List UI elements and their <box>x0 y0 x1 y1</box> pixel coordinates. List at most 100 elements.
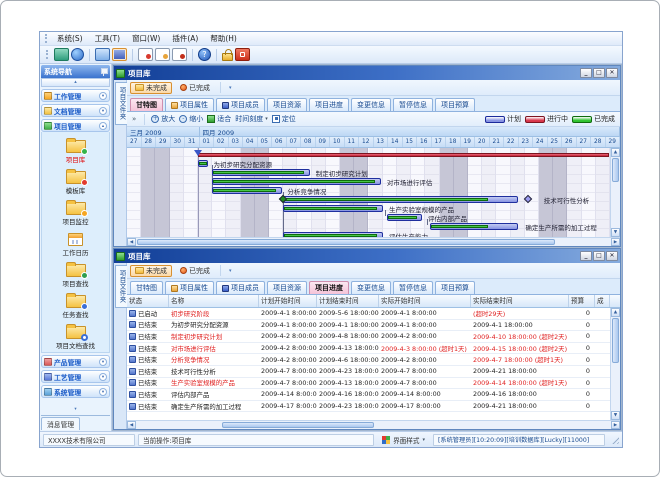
sidebar-item-项目库[interactable]: 项目库 <box>42 134 109 165</box>
table-tab-项目成员[interactable]: 项目成员 <box>216 281 265 294</box>
minimize-button[interactable] <box>580 251 592 261</box>
scroll-thumb[interactable] <box>222 422 374 428</box>
scroll-left-arrow[interactable] <box>127 238 136 246</box>
chevron-down-icon[interactable] <box>99 107 107 115</box>
sidebar-item-工作日历[interactable]: 工作日历 <box>42 227 109 258</box>
menu-item-3[interactable]: 插件(A) <box>166 32 204 45</box>
sidebar-group-header-craft[interactable]: 工艺管理 <box>41 370 110 383</box>
scroll-right-arrow[interactable] <box>611 238 620 246</box>
column-header-1[interactable]: 名称 <box>169 295 259 307</box>
table-row[interactable]: 已结束评估内部产品2009-4-14 8:00:002009-4-16 18:0… <box>127 389 610 401</box>
chevron-down-icon[interactable] <box>99 373 107 381</box>
resize-grip[interactable] <box>610 435 619 444</box>
scroll-left-arrow[interactable] <box>127 421 136 429</box>
column-header-6[interactable]: 预算 <box>569 295 595 307</box>
globe-icon[interactable] <box>71 48 84 61</box>
gantt-tab-项目成员[interactable]: 项目成员 <box>216 98 265 111</box>
sidebar-group-header-work[interactable]: 工作管理 <box>41 89 110 102</box>
menu-item-0[interactable]: 系统(S) <box>51 32 89 45</box>
table-row[interactable]: 已结束对市场进行评估2009-4-2 8:00:002009-4-13 18:0… <box>127 343 610 355</box>
close-button[interactable] <box>606 68 618 78</box>
table-row[interactable]: 已结束确定生产所需的加工过程2009-4-17 8:00:002009-4-23… <box>127 401 610 413</box>
chevron-down-icon[interactable] <box>226 268 235 274</box>
table-row[interactable]: 已结束制定初步研究计划2009-4-2 8:00:002009-4-8 18:0… <box>127 331 610 343</box>
gantt-vertical-scrollbar[interactable] <box>610 148 620 237</box>
menu-item-4[interactable]: 帮助(H) <box>204 32 243 45</box>
scroll-thumb[interactable] <box>612 318 619 363</box>
table-vertical-scrollbar[interactable] <box>610 308 620 420</box>
column-header-0[interactable]: 状态 <box>127 295 169 307</box>
message-management-tab[interactable]: 消息管理 <box>41 417 80 430</box>
tool-缩小[interactable]: 缩小 <box>179 114 203 124</box>
sidebar-item-模板库[interactable]: 模板库 <box>42 165 109 196</box>
report-edit-icon[interactable] <box>155 48 170 61</box>
table-tab-变更信息[interactable]: 变更信息 <box>351 281 391 294</box>
table-tab-甘特图[interactable]: 甘特图 <box>130 281 163 294</box>
table-tab-项目属性[interactable]: 项目属性 <box>165 281 214 294</box>
scroll-up-arrow[interactable] <box>611 148 620 157</box>
table-row[interactable]: 已结束为初步研究分配资源2009-4-1 8:00:002009-4-1 18:… <box>127 320 610 332</box>
gantt-tab-暂停信息[interactable]: 暂停信息 <box>393 98 433 111</box>
sidebar-item-项目监控[interactable]: 项目监控 <box>42 196 109 227</box>
chevron-down-icon[interactable] <box>99 388 107 396</box>
column-header-7[interactable]: 成 <box>595 295 610 307</box>
open-folder-icon[interactable] <box>95 48 110 61</box>
chevron-down-icon[interactable] <box>99 92 107 100</box>
gantt-tab-项目属性[interactable]: 项目属性 <box>165 98 214 111</box>
gantt-filter-已完成[interactable]: 已完成 <box>175 82 215 94</box>
menu-item-1[interactable]: 工具(T) <box>89 32 126 45</box>
table-tab-项目进度[interactable]: 项目进度 <box>309 281 349 294</box>
sidebar-group-header-system[interactable]: 系统管理 <box>41 385 110 398</box>
table-tab-暂停信息[interactable]: 暂停信息 <box>393 281 433 294</box>
sidebar-collapse-button[interactable] <box>41 78 110 87</box>
scroll-up-arrow[interactable] <box>611 308 620 317</box>
column-header-2[interactable]: 计划开始时间 <box>259 295 317 307</box>
gantt-window-titlebar[interactable]: 项目库 <box>114 66 620 80</box>
scroll-down-arrow[interactable] <box>611 228 620 237</box>
save-icon[interactable] <box>112 48 127 61</box>
gantt-tab-项目进度[interactable]: 项目进度 <box>309 98 349 111</box>
sidebar-item-任务查找[interactable]: 任务查找 <box>42 289 109 320</box>
toolbar-overflow-chevrons[interactable] <box>130 115 138 123</box>
table-row[interactable]: 已结束技术可行性分析2009-4-7 8:00:002009-4-23 18:0… <box>127 366 610 378</box>
ui-style-button[interactable]: 界面样式 <box>377 434 430 446</box>
column-header-5[interactable]: 实际结束时间 <box>471 295 569 307</box>
table-window-titlebar[interactable]: 项目库 <box>114 249 620 263</box>
table-filter-未完成[interactable]: 未完成 <box>130 265 172 277</box>
gantt-horizontal-scrollbar[interactable] <box>127 237 620 246</box>
table-filter-已完成[interactable]: 已完成 <box>175 265 215 277</box>
scroll-thumb[interactable] <box>137 239 555 245</box>
table-row[interactable]: 已结束分析竞争情况2009-4-2 8:00:002009-4-6 18:00:… <box>127 354 610 366</box>
column-header-4[interactable]: 实际开始时间 <box>379 295 471 307</box>
gantt-tab-甘特图[interactable]: 甘特图 <box>130 98 163 111</box>
gantt-tab-变更信息[interactable]: 变更信息 <box>351 98 391 111</box>
sidebar-item-项目文档查找[interactable]: 项目文档查找 <box>42 320 109 351</box>
sidebar-item-项目查找[interactable]: 项目查找 <box>42 258 109 289</box>
sidebar-group-header-document[interactable]: 文档管理 <box>41 104 110 117</box>
table-tab-项目资源[interactable]: 项目资源 <box>267 281 307 294</box>
chevron-down-icon[interactable] <box>99 358 107 366</box>
sidebar-group-header-project[interactable]: 项目管理 <box>41 119 110 132</box>
maximize-button[interactable] <box>593 68 605 78</box>
table-tab-项目预算[interactable]: 项目预算 <box>435 281 475 294</box>
sidebar-group-header-product[interactable]: 产品管理 <box>41 355 110 368</box>
tool-适合[interactable]: 适合 <box>207 114 231 124</box>
pin-icon[interactable] <box>100 68 107 76</box>
maximize-button[interactable] <box>593 251 605 261</box>
chevron-down-icon[interactable] <box>226 85 235 91</box>
minimize-button[interactable] <box>580 68 592 78</box>
gantt-tab-项目预算[interactable]: 项目预算 <box>435 98 475 111</box>
tool-放大[interactable]: 放大 <box>151 114 175 124</box>
close-button[interactable] <box>606 251 618 261</box>
chevron-up-icon[interactable] <box>99 122 107 130</box>
scroll-thumb[interactable] <box>612 158 619 182</box>
exit-icon[interactable] <box>235 48 250 61</box>
table-row[interactable]: 已启动初步研究阶段2009-4-1 8:00:002009-5-6 18:00:… <box>127 308 610 320</box>
sidebar-more-button[interactable] <box>41 407 110 415</box>
lock-icon[interactable] <box>222 53 233 61</box>
gantt-filter-未完成[interactable]: 未完成 <box>130 82 172 94</box>
report-delete-icon[interactable] <box>172 48 187 61</box>
table-horizontal-scrollbar[interactable] <box>127 420 620 429</box>
scroll-down-arrow[interactable] <box>611 411 620 420</box>
summary-bar[interactable] <box>198 153 609 157</box>
